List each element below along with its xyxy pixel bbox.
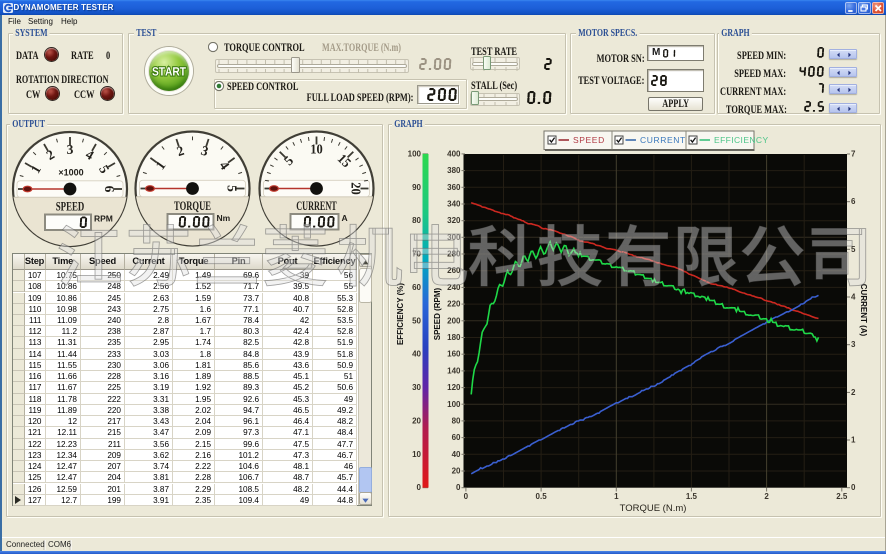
svg-text:160: 160 [447, 350, 461, 359]
svg-text:CURRENT (A): CURRENT (A) [859, 284, 868, 337]
svg-text:1.5: 1.5 [686, 492, 698, 501]
svg-text:0: 0 [456, 483, 461, 492]
svg-text:40: 40 [412, 350, 421, 359]
svg-text:30: 30 [412, 383, 421, 392]
svg-text:20: 20 [412, 416, 421, 425]
svg-text:100: 100 [408, 149, 422, 158]
svg-text:6: 6 [851, 197, 856, 206]
svg-text:2.5: 2.5 [836, 492, 848, 501]
svg-text:120: 120 [447, 383, 461, 392]
svg-text:7: 7 [851, 150, 856, 159]
svg-text:100: 100 [447, 400, 461, 409]
svg-text:40: 40 [452, 450, 461, 459]
svg-text:SPEED: SPEED [573, 135, 605, 145]
svg-text:240: 240 [447, 283, 461, 292]
svg-text:70: 70 [412, 250, 421, 259]
svg-text:Nm: Nm [217, 213, 231, 223]
svg-text:140: 140 [447, 366, 461, 375]
svg-text:90: 90 [412, 183, 421, 192]
svg-text:60: 60 [412, 283, 421, 292]
svg-text:20: 20 [349, 182, 364, 195]
svg-text:TORQUE: TORQUE [174, 199, 211, 213]
svg-text:SPEED (RPM): SPEED (RPM) [433, 287, 442, 340]
svg-text:80: 80 [412, 216, 421, 225]
svg-text:220: 220 [447, 300, 461, 309]
svg-text:6: 6 [102, 186, 117, 193]
svg-text:0: 0 [464, 492, 469, 501]
svg-text:360: 360 [447, 183, 461, 192]
svg-text:2: 2 [851, 388, 856, 397]
svg-text:20: 20 [452, 467, 461, 476]
svg-text:3: 3 [67, 142, 74, 157]
svg-text:300: 300 [447, 233, 461, 242]
svg-text:4: 4 [851, 293, 856, 302]
svg-text:TORQUE (N.m): TORQUE (N.m) [620, 503, 687, 514]
svg-text:A: A [342, 213, 348, 223]
svg-text:×1000: ×1000 [58, 168, 83, 178]
svg-text:SPEED: SPEED [56, 200, 85, 214]
svg-text:CURRENT: CURRENT [640, 135, 686, 145]
svg-text:280: 280 [447, 250, 461, 259]
svg-text:380: 380 [447, 166, 461, 175]
svg-text:400: 400 [447, 149, 461, 158]
svg-text:260: 260 [447, 266, 461, 275]
svg-text:10: 10 [310, 142, 323, 157]
svg-text:EFFICIENCY: EFFICIENCY [714, 135, 769, 145]
svg-text:320: 320 [447, 216, 461, 225]
svg-text:5: 5 [851, 245, 856, 254]
svg-text:60: 60 [452, 433, 461, 442]
svg-text:80: 80 [452, 416, 461, 425]
svg-text:180: 180 [447, 333, 461, 342]
svg-text:0: 0 [851, 483, 856, 492]
svg-text:2: 2 [764, 492, 769, 501]
svg-text:5: 5 [225, 185, 240, 192]
svg-text:EFFICIENCY (%): EFFICIENCY (%) [396, 283, 405, 345]
svg-text:0: 0 [417, 483, 422, 492]
svg-text:340: 340 [447, 200, 461, 209]
svg-text:200: 200 [447, 316, 461, 325]
svg-text:RPM: RPM [94, 214, 113, 224]
svg-text:1: 1 [614, 492, 619, 501]
svg-text:3: 3 [851, 340, 856, 349]
svg-text:1: 1 [851, 436, 856, 445]
svg-text:50: 50 [412, 316, 421, 325]
svg-text:0.5: 0.5 [536, 492, 548, 501]
svg-text:10: 10 [412, 450, 421, 459]
svg-text:CURRENT: CURRENT [296, 199, 337, 213]
